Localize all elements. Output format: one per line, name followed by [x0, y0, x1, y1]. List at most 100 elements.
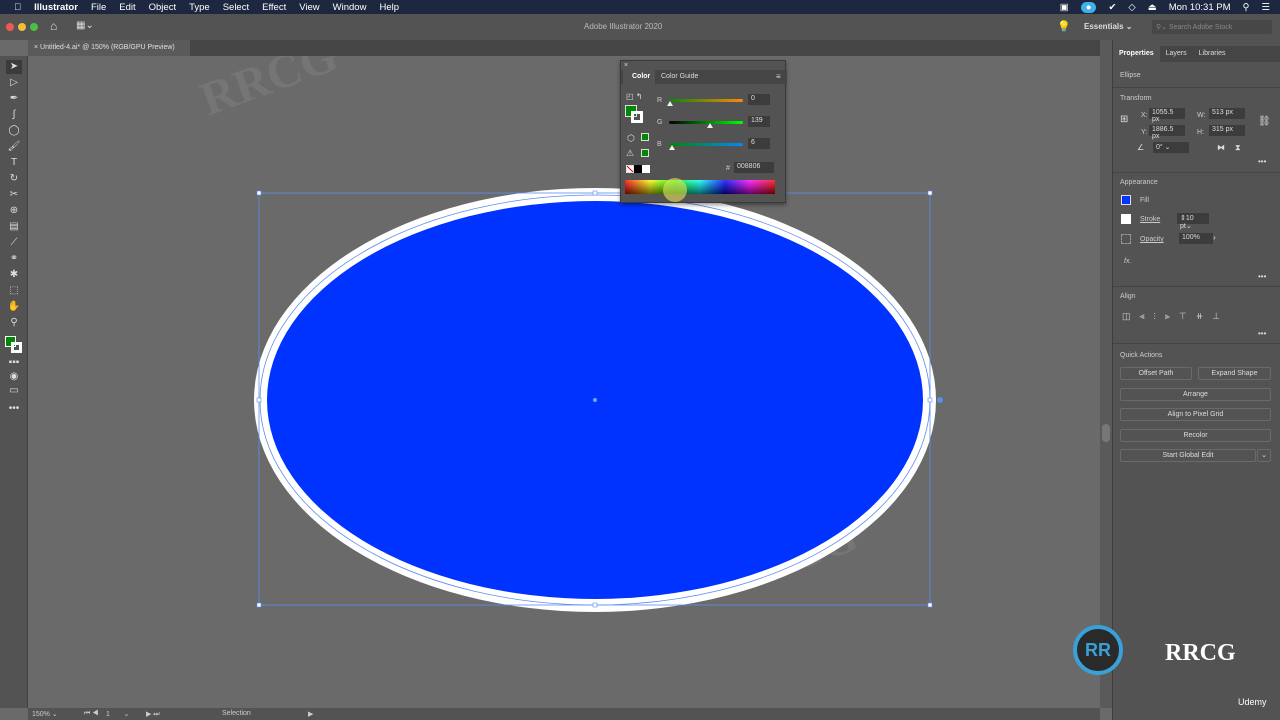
align-buttons[interactable]: ◫⫷⫶⫸⊤⧺⊥ — [1122, 311, 1229, 322]
stroke-swatch[interactable] — [11, 342, 22, 353]
offset-path-button[interactable]: Offset Path — [1120, 367, 1192, 380]
r-value[interactable]: 0 — [748, 94, 770, 105]
hand-tool-icon[interactable]: ✋ — [6, 300, 22, 314]
screen-mode-icon[interactable]: ▭ — [6, 384, 22, 398]
vertical-scrollbar[interactable] — [1100, 40, 1112, 708]
live-shape-widget[interactable] — [937, 397, 943, 403]
minimize-window-button[interactable] — [18, 23, 26, 31]
close-window-button[interactable] — [6, 23, 14, 31]
list-icon[interactable]: ☰ — [1261, 2, 1270, 13]
menu-edit[interactable]: Edit — [119, 2, 135, 13]
flip-vertical-icon[interactable]: ⧗ — [1235, 143, 1241, 153]
stroke-color-swatch[interactable] — [631, 111, 643, 123]
r-slider-thumb[interactable] — [667, 101, 673, 106]
b-slider-thumb[interactable] — [668, 145, 675, 150]
opacity-field[interactable]: 100% — [1179, 233, 1213, 244]
tab-libraries[interactable]: Libraries — [1193, 46, 1232, 62]
hex-field[interactable]: 008806 — [734, 162, 774, 173]
type-tool-icon[interactable]: T — [6, 156, 22, 170]
status-menu-icon[interactable]: ▶ — [308, 710, 313, 718]
menu-object[interactable]: Object — [149, 2, 176, 13]
align-pixel-grid-button[interactable]: Align to Pixel Grid — [1120, 408, 1271, 421]
zoom-window-button[interactable] — [30, 23, 38, 31]
in-gamut-swatch[interactable] — [641, 149, 649, 157]
apple-icon[interactable]:  — [14, 2, 21, 13]
tab-layers[interactable]: Layers — [1160, 46, 1193, 62]
vpn-icon[interactable]: ● — [1080, 1, 1097, 13]
h-field[interactable]: 315 px — [1209, 125, 1245, 136]
current-tool-status[interactable]: Selection — [222, 710, 251, 717]
stock-search-input[interactable]: ⚲⌄ Search Adobe Stock — [1152, 20, 1272, 34]
recolor-button[interactable]: Recolor — [1120, 429, 1271, 442]
g-slider-thumb[interactable] — [707, 123, 714, 128]
display-icon[interactable]: ▣ — [1060, 2, 1069, 13]
check-icon[interactable]: ✔ — [1108, 2, 1116, 13]
rotate-field[interactable]: 0° ⌄ — [1153, 142, 1189, 153]
tab-properties[interactable]: Properties — [1113, 46, 1160, 62]
artboard-next-icons[interactable]: ▶ ⏭ — [146, 710, 160, 719]
arrange-button[interactable]: Arrange — [1120, 388, 1271, 401]
stroke-label[interactable]: Stroke — [1140, 216, 1160, 223]
opacity-chevron-icon[interactable]: › — [1213, 233, 1216, 242]
artboard-tool-icon[interactable]: ⬚ — [6, 284, 22, 298]
flip-horizontal-icon[interactable]: ⧓ — [1217, 143, 1225, 152]
color-mode-icon[interactable]: ▪▪▪ — [6, 356, 22, 370]
menu-help[interactable]: Help — [379, 2, 399, 13]
web-safe-swatch[interactable] — [641, 133, 649, 141]
zoom-tool-icon[interactable]: ⚲ — [6, 316, 22, 330]
panel-menu-icon[interactable]: ≡ — [776, 72, 781, 81]
default-colors-icon[interactable]: ◰ ↰ — [626, 92, 642, 101]
direct-selection-tool-icon[interactable]: ▷ — [6, 76, 22, 90]
constrain-proportions-icon[interactable]: ⛓ — [1258, 116, 1271, 127]
menu-view[interactable]: View — [299, 2, 319, 13]
fill-color-swatch[interactable] — [1121, 195, 1131, 205]
black-swatch[interactable] — [634, 165, 642, 173]
b-slider[interactable] — [669, 143, 743, 146]
selection-tool-icon[interactable]: ➤ — [6, 60, 22, 74]
menu-window[interactable]: Window — [333, 2, 367, 13]
gamut-cube-icon[interactable]: ⬡ — [627, 133, 635, 144]
workspace-switcher[interactable]: Essentials ⌄ — [1084, 22, 1133, 31]
zoom-select[interactable]: 150% ⌄ — [32, 710, 58, 718]
artboard-canvas[interactable]: RRCG RRCG — [28, 56, 1100, 708]
menu-app[interactable]: Illustrator — [34, 2, 78, 13]
shape-builder-tool-icon[interactable]: ⊕ — [6, 204, 22, 218]
menu-file[interactable]: File — [91, 2, 106, 13]
eject-icon[interactable]: ⏏ — [1148, 2, 1157, 13]
scrollbar-thumb[interactable] — [1102, 424, 1110, 442]
stroke-color-swatch[interactable] — [1120, 213, 1132, 225]
tab-color-guide[interactable]: Color Guide — [661, 73, 698, 80]
ellipse-tool-icon[interactable]: ◯ — [6, 124, 22, 138]
menu-type[interactable]: Type — [189, 2, 210, 13]
more-options-icon[interactable]: ••• — [1258, 272, 1266, 281]
stroke-weight-field[interactable]: ⇕10 pt⌄ — [1177, 213, 1209, 230]
expand-shape-button[interactable]: Expand Shape — [1198, 367, 1271, 380]
opacity-label[interactable]: Opacity — [1140, 236, 1164, 243]
more-tools-icon[interactable]: ••• — [6, 402, 22, 416]
spotlight-icon[interactable]: ⚲ — [1243, 2, 1250, 13]
rotate-tool-icon[interactable]: ↻ — [6, 172, 22, 186]
g-value[interactable]: 139 — [748, 116, 770, 127]
more-options-icon[interactable]: ••• — [1258, 157, 1266, 166]
artboard-prev-icons[interactable]: ⏮ ◀ — [84, 710, 99, 718]
x-field[interactable]: 1055.5 px — [1149, 108, 1185, 123]
g-slider[interactable] — [669, 121, 743, 124]
menu-select[interactable]: Select — [223, 2, 249, 13]
r-slider[interactable] — [669, 99, 743, 102]
curvature-tool-icon[interactable]: ∫ — [6, 108, 22, 122]
workspace-layout-icon[interactable]: ▦⌄ — [76, 20, 94, 31]
b-value[interactable]: 6 — [748, 138, 770, 149]
w-field[interactable]: 513 px — [1209, 108, 1245, 119]
artboard-select[interactable]: 1 ⌄ — [106, 710, 129, 718]
none-swatch[interactable] — [626, 165, 634, 173]
scissors-tool-icon[interactable]: ✂ — [6, 188, 22, 202]
color-spectrum[interactable] — [625, 180, 775, 194]
symbol-sprayer-tool-icon[interactable]: ✱ — [6, 268, 22, 282]
start-global-edit-button[interactable]: Start Global Edit — [1120, 449, 1256, 462]
home-icon[interactable]: ⌂ — [50, 19, 57, 33]
lightbulb-icon[interactable]: 💡 — [1057, 20, 1071, 33]
reference-point-icon[interactable]: ⊞ — [1120, 114, 1128, 125]
white-swatch[interactable] — [642, 165, 650, 173]
y-field[interactable]: 1886.5 px — [1149, 125, 1185, 140]
document-tab[interactable]: × Untitled-4.ai* @ 150% (RGB/GPU Preview… — [28, 40, 190, 56]
